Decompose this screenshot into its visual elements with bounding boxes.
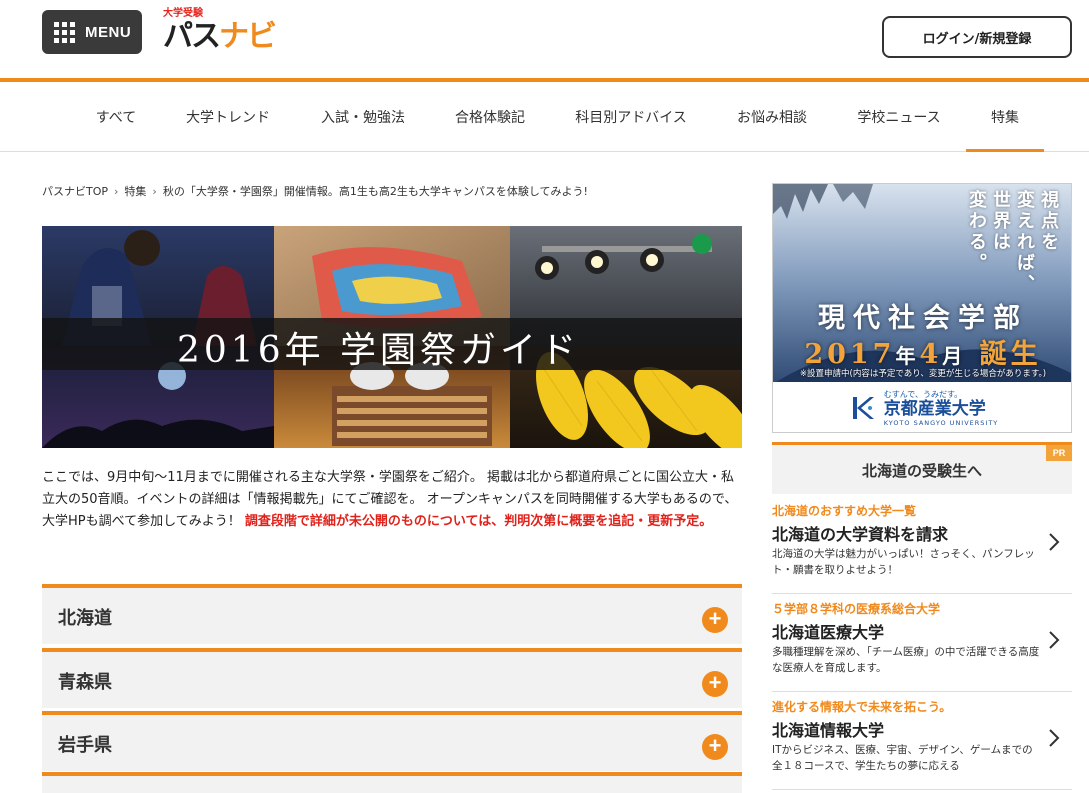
ad-department: 現代社会学部 (818, 303, 1028, 334)
login-register-button[interactable]: ログイン/新規登録 (882, 16, 1072, 58)
sidebar-section-title: 北海道の受験生へ (861, 462, 982, 480)
ad-month-unit: 月 (942, 344, 967, 368)
sidebar-item-desc: 多職種理解を深め、「チーム医療」の中で活躍できる高度な医療人を育成します。 (772, 646, 1040, 674)
ad-logo-text: むすんで、うみだす。 京都産業大学 KYOTO SANGYO UNIVERSIT… (884, 389, 999, 427)
sidebar-item-name: 北海道の大学資料を請求 (772, 525, 949, 544)
nav-item-school-news[interactable]: 学校ニュース (842, 82, 956, 152)
plus-icon[interactable]: + (702, 671, 728, 697)
sidebar-item-brochure[interactable]: 北海道のおすすめ大学一覧 北海道の大学資料を請求 北海道の大学は魅力がいっぱい！… (772, 496, 1072, 594)
sidebar-section-header: 北海道の受験生へ PR (772, 442, 1072, 494)
sidebar-item-desc: ITからビジネス、医療、宇宙、デザイン、ゲームまでの全１８コースで、学生たちの夢… (772, 744, 1033, 772)
menu-label: MENU (85, 23, 132, 41)
nav-item-subject-advice[interactable]: 科目別アドバイス (560, 82, 702, 152)
breadcrumb-current: 秋の「大学祭・学園祭」開催情報。高1生も高2生も大学キャンパスを体験してみよう! (162, 185, 588, 198)
sidebar-item-name: 北海道医療大学 (772, 623, 885, 642)
ad-year: 2017 (804, 339, 896, 370)
accordion-iwate[interactable]: 岩手県 + (42, 711, 742, 771)
hero-image: 2016年 学園祭ガイド (42, 226, 742, 448)
ad-tagline-3: 世界は (990, 190, 1011, 253)
chevron-right-icon (1049, 631, 1060, 649)
sidebar-item-catch: 北海道のおすすめ大学一覧 (772, 504, 917, 518)
chevron-right-icon (1049, 729, 1060, 747)
accordion-label: 北海道 (58, 608, 112, 629)
hero-title: 2016年 学園祭ガイド (177, 330, 581, 371)
ad-year-unit: 年 (895, 344, 920, 368)
sidebar-item-desc: 北海道の大学は魅力がいっぱい！さっそく、パンフレット・願書を取りよせよう！ (772, 548, 1035, 576)
ad-tagline-1: 視点を (1038, 190, 1059, 253)
site-header: MENU 大学受験 パスナビ ログイン/新規登録 (0, 0, 1089, 78)
category-nav: すべて 大学トレンド 入試・勉強法 合格体験記 科目別アドバイス お悩み相談 学… (0, 82, 1089, 152)
ad-launch-date: 2017年4月 誕生 (773, 332, 1071, 371)
chevron-right-icon: › (152, 184, 157, 198)
menu-button[interactable]: MENU (42, 10, 142, 54)
ad-logo-name: 京都産業大学 (883, 399, 986, 419)
university-mark-icon (852, 397, 874, 419)
sidebar-item-name: 北海道情報大学 (772, 721, 885, 740)
site-logo[interactable]: 大学受験 パスナビ (163, 8, 277, 58)
university-ad-banner[interactable]: 視点を 変えれば、 世界は 変わる。 現代社会学部 2017年4月 誕生 ※設置… (772, 183, 1072, 433)
nav-item-exam[interactable]: 入試・勉強法 (306, 82, 420, 152)
accordion-aomori[interactable]: 青森県 + (42, 648, 742, 708)
ad-launch: 誕生 (979, 339, 1042, 370)
plus-icon[interactable]: + (702, 607, 728, 633)
menu-grid-icon (54, 21, 75, 43)
ad-logo-english: KYOTO SANGYO UNIVERSITY (883, 419, 999, 427)
intro-notice: 調査段階で詳細が未公開のものについては、判明次第に概要を追記・更新予定。 (244, 514, 713, 529)
intro-text: ここでは、9月中旬～11月までに開催される主な大学祭・学園祭をご紹介。 掲載は北… (42, 467, 742, 533)
accordion-next[interactable] (42, 772, 742, 793)
pr-badge: PR (1046, 445, 1072, 461)
accordion-label: 青森県 (58, 672, 112, 693)
nav-item-feature[interactable]: 特集 (966, 82, 1044, 152)
accordion-hokkaido[interactable]: 北海道 + (42, 584, 742, 644)
nav-item-trend[interactable]: 大学トレンド (172, 82, 284, 152)
chevron-right-icon: › (114, 184, 119, 198)
sidebar-item-information-university[interactable]: 進化する情報大で未来を拓こう。 北海道情報大学 ITからビジネス、医療、宇宙、デ… (772, 692, 1072, 790)
logo-main-a: パス (163, 19, 221, 54)
ad-note: ※設置申請中(内容は予定であり、変更が生じる場合があります。) (799, 369, 1047, 379)
breadcrumb-feature[interactable]: 特集 (124, 183, 146, 199)
nav-item-all[interactable]: すべて (82, 82, 150, 152)
nav-item-success-stories[interactable]: 合格体験記 (442, 82, 538, 152)
breadcrumb: パスナビTOP › 特集 › 秋の「大学祭・学園祭」開催情報。高1生も高2生も大… (42, 183, 742, 199)
ad-tagline-4: 変わる。 (966, 190, 987, 274)
plus-icon[interactable]: + (702, 734, 728, 760)
breadcrumb-top[interactable]: パスナビTOP (42, 183, 108, 199)
ad-logo: むすんで、うみだす。 京都産業大学 KYOTO SANGYO UNIVERSIT… (773, 382, 1071, 432)
ad-month: 4 (919, 339, 943, 370)
logo-main: パスナビ (163, 19, 277, 54)
logo-main-b: ナビ (219, 19, 277, 54)
nav-item-consultation[interactable]: お悩み相談 (724, 82, 820, 152)
accordion-label: 岩手県 (58, 735, 112, 756)
chevron-right-icon (1049, 533, 1060, 551)
sidebar-item-catch: ５学部８学科の医療系総合大学 (772, 602, 941, 616)
sidebar-item-catch: 進化する情報大で未来を拓こう。 (772, 700, 952, 714)
ad-tagline-2: 変えれば、 (1014, 190, 1035, 295)
sidebar-item-health-sciences[interactable]: ５学部８学科の医療系総合大学 北海道医療大学 多職種理解を深め、「チーム医療」の… (772, 594, 1072, 692)
